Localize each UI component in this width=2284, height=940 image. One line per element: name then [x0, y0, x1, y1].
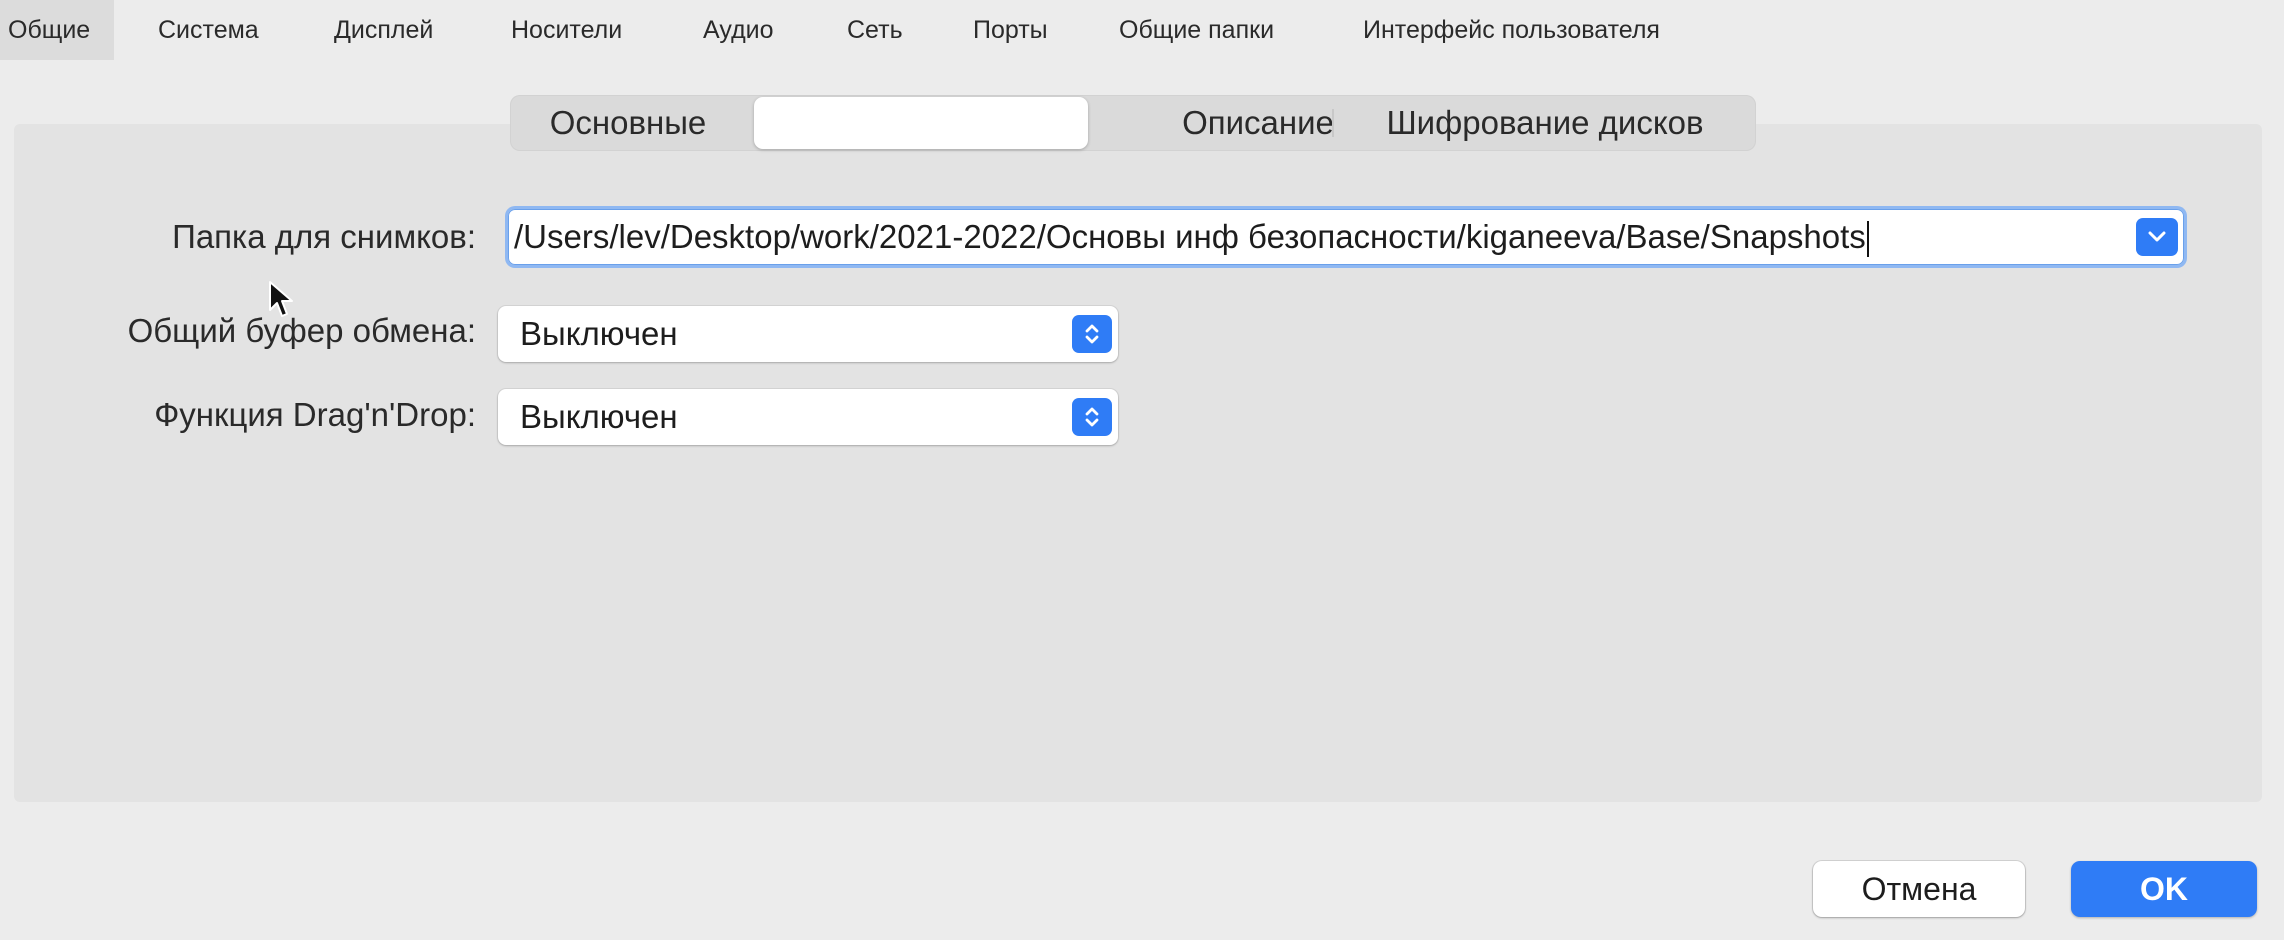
tab-display[interactable]: Дисплей [334, 0, 433, 60]
subtab-segmented-control: Основные Описание Шифрование дисков [510, 95, 1756, 151]
tab-shared-folders[interactable]: Общие папки [1119, 0, 1274, 60]
snapshot-folder-combobox[interactable]: /Users/lev/Desktop/work/2021-2022/Основы… [508, 209, 2184, 265]
tab-storage[interactable]: Носители [511, 0, 622, 60]
text-caret [1866, 221, 1869, 258]
clipboard-value: Выключен [520, 315, 678, 352]
mouse-pointer-icon [269, 281, 293, 317]
tab-general[interactable]: Общие [0, 0, 115, 60]
tab-audio[interactable]: Аудио [703, 0, 774, 60]
clipboard-label: Общий буфер обмена: [127, 312, 476, 349]
updown-chevron-icon [1072, 398, 1112, 436]
dragdrop-label: Функция Drag'n'Drop: [154, 396, 476, 433]
tab-ports[interactable]: Порты [973, 0, 1048, 60]
subtab-advanced[interactable] [754, 97, 1088, 149]
subtab-divider [1332, 109, 1334, 137]
tab-system[interactable]: Система [158, 0, 259, 60]
subtab-disk-encryption[interactable]: Шифрование дисков [1340, 95, 1750, 151]
tab-user-interface[interactable]: Интерфейс пользователя [1363, 0, 1660, 60]
updown-chevron-icon [1072, 315, 1112, 353]
settings-category-bar: Общие Система Дисплей Носители Аудио Сет… [0, 0, 2284, 60]
snapshot-folder-input[interactable]: /Users/lev/Desktop/work/2021-2022/Основы… [514, 209, 1869, 265]
snapshot-folder-label: Папка для снимков: [172, 218, 476, 255]
chevron-down-icon[interactable] [2136, 218, 2178, 256]
ok-button[interactable]: OK [2071, 861, 2257, 917]
cancel-button[interactable]: Отмена [1813, 861, 2025, 917]
subtab-basic[interactable]: Основные [510, 95, 746, 151]
dragdrop-select[interactable]: Выключен [498, 389, 1118, 445]
clipboard-select[interactable]: Выключен [498, 306, 1118, 362]
dragdrop-value: Выключен [520, 398, 678, 435]
tab-network[interactable]: Сеть [847, 0, 903, 60]
